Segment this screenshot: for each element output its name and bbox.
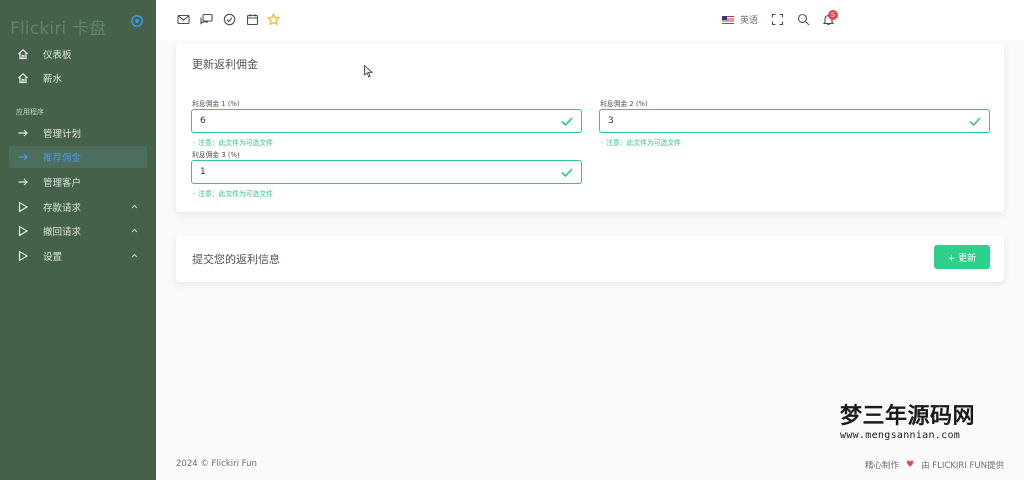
commission-1-value: 6: [200, 116, 206, 126]
sidebar-item-label: 撤回请求: [43, 227, 82, 238]
sidebar-item-manage-customers[interactable]: 管理客户: [9, 171, 147, 193]
field-help-commission-3: ◦ 注意：此文件为可选文件: [192, 190, 273, 198]
watermark-url: www.mengsannian.com: [840, 430, 961, 441]
sidebar-item-label: 管理计划: [43, 129, 82, 140]
home-icon: [17, 72, 29, 84]
sidebar-item-label: 管理客户: [43, 178, 82, 189]
footer-copyright: 2024 © Flickiri Fun: [176, 459, 257, 469]
commission-3-input[interactable]: 1: [191, 160, 582, 184]
star-icon[interactable]: [267, 13, 280, 26]
home-icon: [17, 48, 29, 60]
heart-icon: ♥: [905, 460, 915, 470]
mouse-cursor-icon: [364, 65, 373, 78]
sidebar-item-dashboard[interactable]: 仪表板: [9, 43, 147, 65]
chevron-up-icon: [131, 204, 138, 209]
footer-made-suffix: 由 FLICKIRI FUN提供: [921, 461, 1004, 471]
arrow-right-icon: [17, 127, 29, 139]
watermark-text: 梦三年源码网: [840, 404, 976, 429]
field-help-text: 注意：此文件为可选文件: [198, 190, 273, 198]
play-icon: [17, 250, 29, 262]
sidebar-item-label: 薪水: [43, 74, 63, 85]
sidebar-item-salary[interactable]: 薪水: [9, 67, 147, 89]
commission-2-value: 3: [608, 116, 614, 126]
check-circle-icon[interactable]: [223, 13, 236, 26]
sidebar-item-withdrawal-requests[interactable]: 撤回请求: [9, 220, 147, 242]
field-help-text: 注意：此文件为可选文件: [198, 139, 273, 147]
footer-credit: 精心制作 ♥ 由 FLICKIRI FUN提供: [865, 459, 1004, 471]
footer-made-prefix: 精心制作: [864, 461, 899, 471]
chevron-up-icon: [131, 228, 138, 233]
chevron-up-icon: [131, 253, 138, 258]
chat-icon[interactable]: [200, 13, 213, 26]
notification-badge: 5: [828, 10, 838, 20]
language-selector[interactable]: 英语: [722, 13, 758, 26]
commission-1-input[interactable]: 6: [191, 109, 582, 133]
sidebar-item-settings[interactable]: 设置: [9, 245, 147, 267]
submit-title: 提交您的返利信息: [192, 253, 280, 266]
us-flag-icon: [722, 15, 734, 24]
mail-icon[interactable]: [177, 13, 190, 26]
sidebar-item-label: 存款请求: [43, 203, 82, 214]
arrow-right-icon: [17, 151, 29, 163]
sidebar-section-label: 应用程序: [16, 108, 44, 116]
topbar: 英语 5: [156, 0, 1024, 40]
field-help-commission-1: ◦ 注意：此文件为可选文件: [192, 139, 273, 147]
sidebar: Flickiri 卡盘 仪表板 薪水 应用程序 管理计划 推荐佣金 管理客户 存…: [0, 0, 156, 480]
sidebar-item-label: 仪表板: [43, 50, 72, 61]
check-icon: [561, 117, 573, 127]
update-button[interactable]: + 更新: [934, 245, 990, 269]
play-icon: [17, 201, 29, 213]
field-label-commission-3: 利息佣金 3 (%): [192, 151, 240, 159]
form-title: 更新返利佣金: [192, 58, 258, 71]
field-label-commission-1: 利息佣金 1 (%): [192, 100, 240, 108]
sidebar-item-label: 设置: [43, 252, 63, 263]
calendar-icon[interactable]: [246, 13, 259, 26]
language-label: 英语: [740, 16, 759, 26]
settings-icon[interactable]: [130, 14, 144, 28]
commission-form-card: 更新返利佣金 利息佣金 1 (%) 6 ◦ 注意：此文件为可选文件 利息佣金 2…: [176, 44, 1004, 212]
field-label-commission-2: 利息佣金 2 (%): [600, 100, 648, 108]
submit-card: 提交您的返利信息 + 更新: [176, 236, 1004, 282]
check-icon: [969, 117, 981, 127]
sidebar-item-manage-plans[interactable]: 管理计划: [9, 122, 147, 144]
sidebar-item-referral-commission[interactable]: 推荐佣金: [9, 146, 147, 168]
search-icon[interactable]: [797, 13, 810, 26]
commission-2-input[interactable]: 3: [599, 109, 990, 133]
sidebar-item-label: 推荐佣金: [43, 153, 82, 164]
play-icon: [17, 225, 29, 237]
field-help-commission-2: ◦ 注意：此文件为可选文件: [600, 139, 681, 147]
arrow-right-icon: [17, 176, 29, 188]
sidebar-item-deposit-requests[interactable]: 存款请求: [9, 196, 147, 218]
watermark: 梦三年源码网 www.mengsannian.com: [840, 398, 975, 441]
field-help-text: 注意：此文件为可选文件: [606, 139, 681, 147]
commission-3-value: 1: [200, 167, 206, 177]
fullscreen-icon[interactable]: [771, 13, 784, 26]
brand-logo[interactable]: Flickiri 卡盘: [10, 14, 106, 39]
check-icon: [561, 168, 573, 178]
